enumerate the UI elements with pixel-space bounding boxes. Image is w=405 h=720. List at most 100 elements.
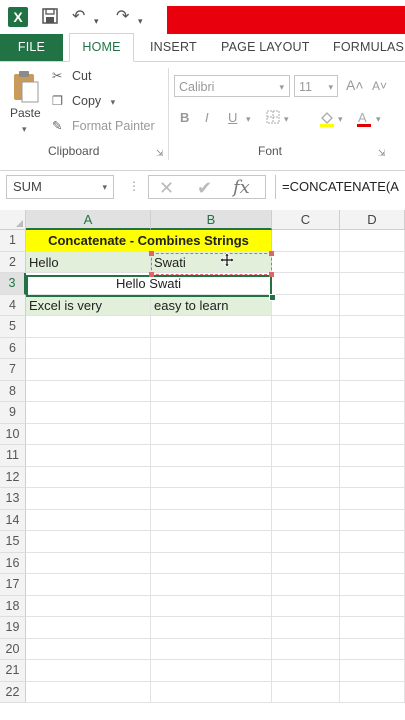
cell-empty[interactable] xyxy=(272,423,340,445)
cell-empty[interactable] xyxy=(272,251,340,273)
row-header-17[interactable]: 17 xyxy=(0,574,26,596)
tab-insert[interactable]: INSERT xyxy=(150,34,197,61)
row-header-8[interactable]: 8 xyxy=(0,380,26,402)
row-header-4[interactable]: 4 xyxy=(0,294,26,316)
cell-empty[interactable] xyxy=(340,617,405,639)
font-launcher-icon[interactable]: ⇲ xyxy=(378,148,386,159)
fill-handle[interactable] xyxy=(269,294,276,301)
cell-empty[interactable] xyxy=(151,488,272,510)
cell-empty[interactable] xyxy=(340,488,405,510)
row-header-7[interactable]: 7 xyxy=(0,359,26,381)
row-header-1[interactable]: 1 xyxy=(0,230,26,252)
cell-empty[interactable] xyxy=(272,617,340,639)
column-header-b[interactable]: B xyxy=(151,210,272,230)
cell-empty[interactable] xyxy=(151,574,272,596)
cell-empty[interactable] xyxy=(340,423,405,445)
cell-empty[interactable] xyxy=(340,531,405,553)
row-header-22[interactable]: 22 xyxy=(0,681,26,703)
cell-empty[interactable] xyxy=(272,294,340,316)
cell-empty[interactable] xyxy=(340,552,405,574)
cell-empty[interactable] xyxy=(151,681,272,703)
cancel-icon[interactable]: ✕ xyxy=(159,177,174,199)
cell-empty[interactable] xyxy=(340,316,405,338)
cell-empty[interactable] xyxy=(151,337,272,359)
cell-a2[interactable]: Hello xyxy=(26,251,151,273)
cell-empty[interactable] xyxy=(272,681,340,703)
cell-empty[interactable] xyxy=(340,380,405,402)
cell-empty[interactable] xyxy=(272,337,340,359)
cell-b4[interactable]: easy to learn xyxy=(151,294,272,316)
cell-empty[interactable] xyxy=(26,638,151,660)
cell-empty[interactable] xyxy=(272,380,340,402)
cell-empty[interactable] xyxy=(26,681,151,703)
enter-check-icon[interactable]: ✔ xyxy=(197,177,212,199)
font-size-select[interactable]: 11 ▾ xyxy=(294,75,338,97)
cell-empty[interactable] xyxy=(26,337,151,359)
cell-empty[interactable] xyxy=(272,402,340,424)
cell-empty[interactable] xyxy=(26,617,151,639)
cell-empty[interactable] xyxy=(340,445,405,467)
row-header-12[interactable]: 12 xyxy=(0,466,26,488)
row-header-2[interactable]: 2 xyxy=(0,251,26,273)
formula-bar-splitter[interactable]: ⋮ xyxy=(128,179,140,193)
row-header-10[interactable]: 10 xyxy=(0,423,26,445)
row-header-21[interactable]: 21 xyxy=(0,660,26,682)
column-header-a[interactable]: A xyxy=(26,210,151,230)
column-header-d[interactable]: D xyxy=(340,210,405,230)
cell-empty[interactable] xyxy=(26,445,151,467)
formula-input[interactable]: =CONCATENATE(A xyxy=(275,175,405,199)
row-header-20[interactable]: 20 xyxy=(0,638,26,660)
cell-empty[interactable] xyxy=(151,660,272,682)
font-name-select[interactable]: Calibri ▾ xyxy=(174,75,290,97)
row-header-19[interactable]: 19 xyxy=(0,617,26,639)
cell-empty[interactable] xyxy=(151,402,272,424)
row-header-14[interactable]: 14 xyxy=(0,509,26,531)
cell-empty[interactable] xyxy=(26,466,151,488)
cell-empty[interactable] xyxy=(26,380,151,402)
cell-empty[interactable] xyxy=(340,509,405,531)
cell-empty[interactable] xyxy=(272,273,340,295)
cell-empty[interactable] xyxy=(151,316,272,338)
cell-empty[interactable] xyxy=(340,574,405,596)
row-header-6[interactable]: 6 xyxy=(0,337,26,359)
cell-empty[interactable] xyxy=(151,617,272,639)
row-header-3[interactable]: 3 xyxy=(0,273,26,295)
borders-icon[interactable] xyxy=(266,110,280,127)
clipboard-launcher-icon[interactable]: ⇲ xyxy=(156,148,164,159)
cell-empty[interactable] xyxy=(151,638,272,660)
cell-empty[interactable] xyxy=(26,509,151,531)
cell-empty[interactable] xyxy=(272,466,340,488)
tab-page-layout[interactable]: PAGE LAYOUT xyxy=(221,34,310,61)
cut-button[interactable]: ✂ Cut xyxy=(52,68,91,83)
cell-empty[interactable] xyxy=(151,423,272,445)
italic-button[interactable]: I xyxy=(205,110,209,125)
cell-empty[interactable] xyxy=(272,488,340,510)
font-color-dropdown-icon[interactable]: ▾ xyxy=(376,114,381,125)
cell-empty[interactable] xyxy=(26,359,151,381)
cell-empty[interactable] xyxy=(340,251,405,273)
cell-empty[interactable] xyxy=(340,638,405,660)
tab-formulas[interactable]: FORMULAS xyxy=(333,34,404,61)
cell-empty[interactable] xyxy=(272,509,340,531)
insert-function-icon[interactable]: fx xyxy=(233,177,250,199)
cell-empty[interactable] xyxy=(340,681,405,703)
bold-button[interactable]: B xyxy=(180,110,189,125)
cell-empty[interactable] xyxy=(272,574,340,596)
cell-empty[interactable] xyxy=(151,595,272,617)
row-header-9[interactable]: 9 xyxy=(0,402,26,424)
cell-empty[interactable] xyxy=(340,337,405,359)
name-box[interactable]: SUM ▾ xyxy=(6,175,114,199)
borders-dropdown-icon[interactable]: ▾ xyxy=(284,114,289,125)
cell-empty[interactable] xyxy=(272,359,340,381)
reference-handle[interactable] xyxy=(149,251,154,256)
row-header-5[interactable]: 5 xyxy=(0,316,26,338)
tab-file[interactable]: FILE xyxy=(0,34,63,61)
cell-empty[interactable] xyxy=(26,574,151,596)
row-header-13[interactable]: 13 xyxy=(0,488,26,510)
cell-empty[interactable] xyxy=(26,423,151,445)
cell-empty[interactable] xyxy=(272,638,340,660)
undo-icon[interactable]: ↶ xyxy=(72,8,85,26)
cell-empty[interactable] xyxy=(272,531,340,553)
underline-button[interactable]: U xyxy=(228,110,237,125)
paste-icon[interactable] xyxy=(12,70,40,104)
